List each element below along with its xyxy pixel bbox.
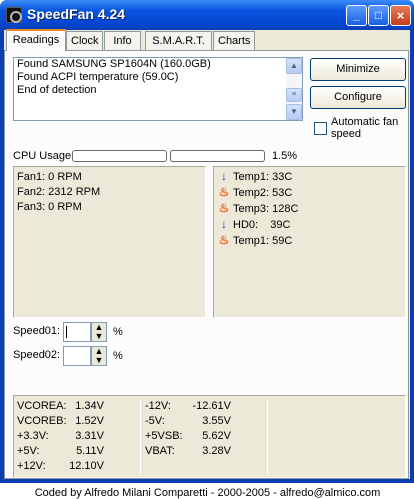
arrow-down-icon: ↓ <box>221 169 227 183</box>
log-line: Found ACPI temperature (59.0C) <box>17 71 179 83</box>
voltage-value: 12.10V <box>69 460 104 472</box>
temperature-row: ♨ Temp2: 53C <box>218 185 293 201</box>
temperature-row: ♨ Temp3: 128C <box>218 201 299 217</box>
voltage-label: -12V: <box>145 400 171 412</box>
speed02-spinner[interactable]: ▲ ▼ <box>91 346 107 366</box>
voltage-value: 5.62V <box>202 430 231 442</box>
voltages-panel: VCOREA: 1.34V VCOREB: 1.52V +3.3V: 3.31V… <box>13 395 406 478</box>
close-window-button[interactable]: × <box>390 5 411 26</box>
scroll-up-arrow-icon[interactable]: ▲ <box>286 58 302 74</box>
detection-log[interactable]: Found SAMSUNG SP1604N (160.0GB) Found AC… <box>13 57 303 121</box>
window-client-area: Readings Clock Info S.M.A.R.T. Charts Fo… <box>4 29 410 499</box>
temperature-row: ↓ Temp1: 33C <box>218 169 292 185</box>
tab-clock[interactable]: Clock <box>66 31 103 50</box>
speed01-unit: % <box>113 326 123 338</box>
tab-smart[interactable]: S.M.A.R.T. <box>145 31 212 50</box>
speedfan-window: SpeedFan 4.24 _ □ × Readings Clock Info … <box>0 0 414 499</box>
voltage-label: VCOREB: <box>17 415 67 427</box>
temperature-reading: HD0: 39C <box>233 219 291 231</box>
automatic-fan-speed-label: Automatic fan speed <box>331 116 398 140</box>
window-title: SpeedFan 4.24 <box>27 6 126 22</box>
log-line: End of detection <box>17 84 97 96</box>
title-bar[interactable]: SpeedFan 4.24 _ □ × <box>0 0 414 30</box>
footer-credits: Coded by Alfredo Milani Comparetti - 200… <box>34 487 381 499</box>
flame-icon: ♨ <box>218 201 230 215</box>
speed01-spinner[interactable]: ▲ ▼ <box>91 322 107 342</box>
temperatures-panel: ↓ Temp1: 33C ♨ Temp2: 53C ♨ Temp3: 128C ↓ HD… <box>213 166 406 318</box>
speed02-label: Speed02: <box>13 349 61 361</box>
flame-icon: ♨ <box>218 233 230 247</box>
speed02-input[interactable] <box>63 346 91 366</box>
speed01-input[interactable] <box>63 322 91 342</box>
tab-readings[interactable]: Readings <box>6 29 66 51</box>
fan-reading: Fan3: 0 RPM <box>17 201 82 213</box>
cpu-usage-percent: 1.5% <box>272 150 298 162</box>
fan-reading: Fan1: 0 RPM <box>17 171 82 183</box>
scrollbar-thumb[interactable]: ≡ <box>286 88 302 102</box>
minimize-button[interactable]: Minimize <box>310 58 406 81</box>
text-caret <box>66 326 67 338</box>
fans-panel: Fan1: 0 RPM Fan2: 2312 RPM Fan3: 0 RPM <box>13 166 206 318</box>
voltage-value: 5.11V <box>76 445 104 457</box>
flame-icon: ♨ <box>218 185 230 199</box>
voltage-label: +5VSB: <box>145 430 183 442</box>
voltage-label: +12V: <box>17 460 46 472</box>
voltage-value: 1.34V <box>75 400 104 412</box>
cpu-usage-bar-2 <box>170 150 265 162</box>
voltage-value: -12.61V <box>192 400 231 412</box>
voltage-label: -5V: <box>145 415 165 427</box>
configure-button[interactable]: Configure <box>310 86 406 109</box>
maximize-window-button[interactable]: □ <box>368 5 389 26</box>
voltage-value: 3.55V <box>202 415 231 427</box>
temperature-row: ♨ Temp1: 59C <box>218 233 293 249</box>
speed02-unit: % <box>113 350 123 362</box>
voltage-label: +3.3V: <box>17 430 49 442</box>
auto-fan-label-line1: Automatic fan <box>331 116 399 128</box>
temperature-row: ↓ HD0: 39C <box>218 217 290 233</box>
tab-charts[interactable]: Charts <box>213 31 255 50</box>
speedfan-app-icon[interactable] <box>6 7 22 23</box>
speed01-label: Speed01: <box>13 325 61 337</box>
auto-fan-label-line2: speed <box>331 128 361 140</box>
column-divider <box>267 400 268 474</box>
fan-reading: Fan2: 2312 RPM <box>17 186 101 198</box>
column-divider <box>140 400 141 474</box>
minimize-window-button[interactable]: _ <box>346 5 367 26</box>
voltage-label: VBAT: <box>145 445 175 457</box>
readings-panel: Found SAMSUNG SP1604N (160.0GB) Found AC… <box>4 50 409 499</box>
automatic-fan-speed-checkbox[interactable] <box>314 122 327 135</box>
tab-info[interactable]: Info <box>104 31 141 50</box>
voltage-value: 3.28V <box>202 445 231 457</box>
temperature-reading: Temp1: 59C <box>233 235 293 247</box>
scroll-down-arrow-icon[interactable]: ▼ <box>286 104 302 120</box>
arrow-down-icon: ↓ <box>221 217 227 231</box>
log-line: Found SAMSUNG SP1604N (160.0GB) <box>17 58 211 70</box>
voltage-label: +5V: <box>17 445 40 457</box>
voltage-value: 1.52V <box>75 415 104 427</box>
temperature-reading: Temp3: 128C <box>233 203 299 215</box>
temperature-reading: Temp2: 53C <box>233 187 293 199</box>
voltage-value: 3.31V <box>75 430 104 442</box>
voltage-label: VCOREA: <box>17 400 67 412</box>
temperature-reading: Temp1: 33C <box>233 171 293 183</box>
cpu-usage-label: CPU Usage <box>13 150 72 162</box>
cpu-usage-bar-1 <box>72 150 167 162</box>
log-scrollbar[interactable]: ▲ ≡ ▼ <box>286 58 302 120</box>
